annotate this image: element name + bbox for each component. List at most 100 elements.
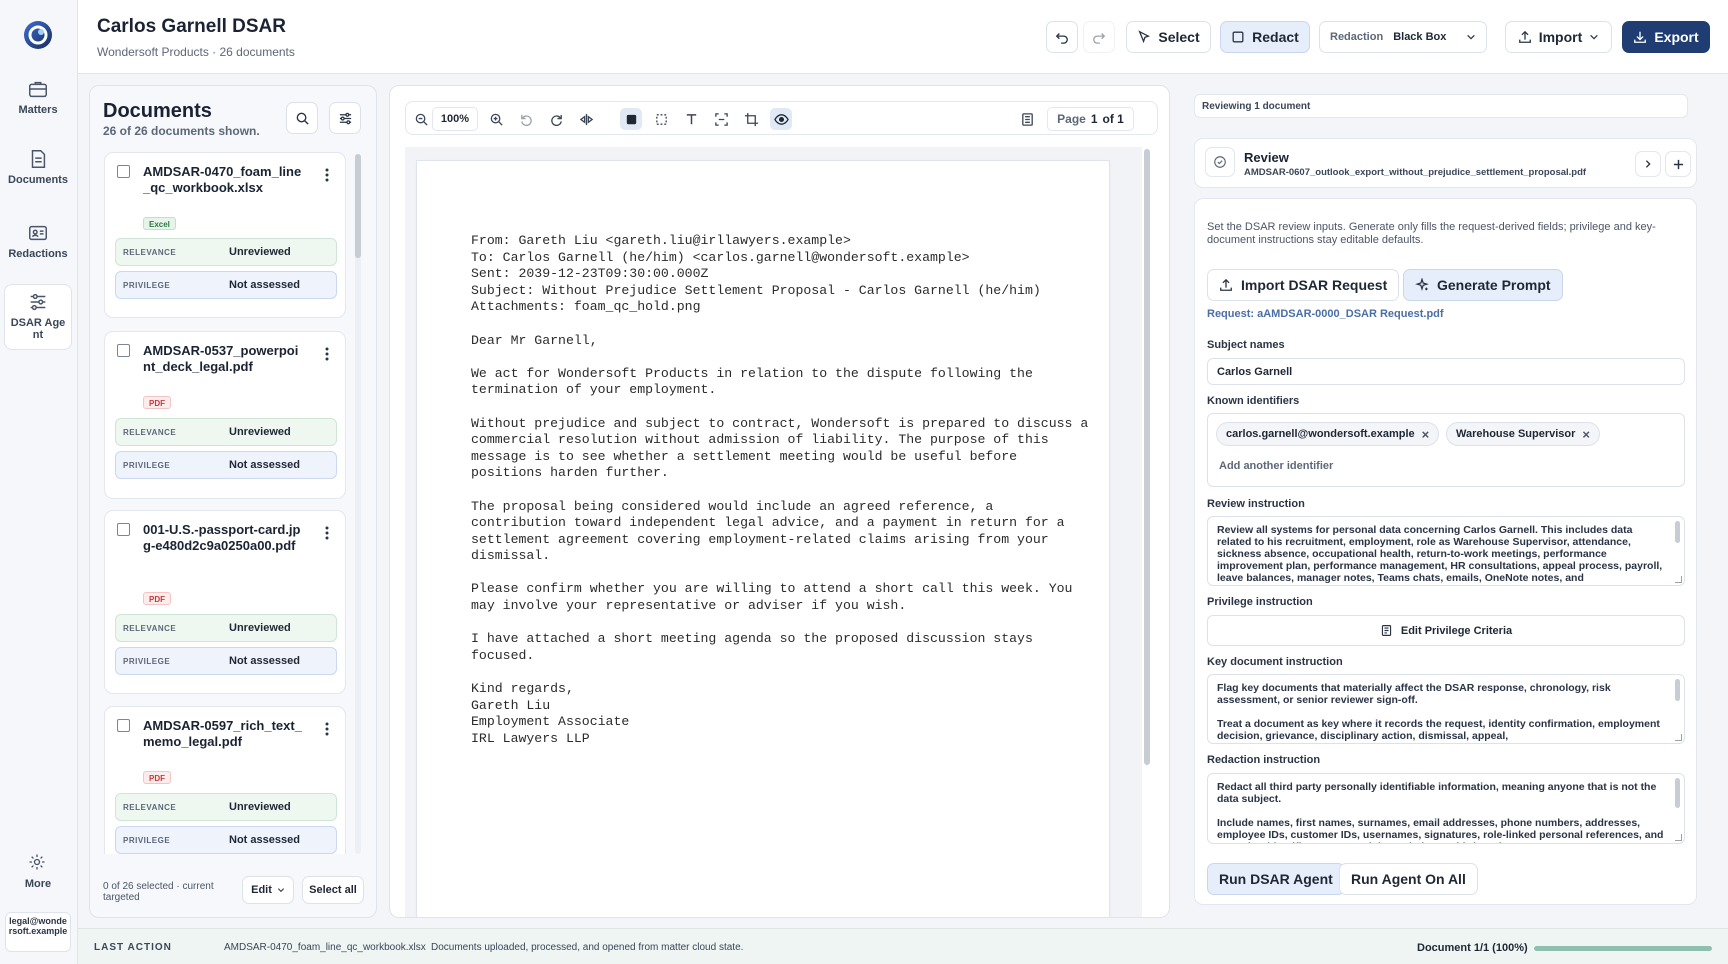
document-card[interactable]: AMDSAR-0597_rich_text_memo_legal.pdf PDF… <box>104 706 346 854</box>
undo-button[interactable] <box>1046 21 1078 53</box>
page-canvas[interactable]: From: Gareth Liu <gareth.liu@irllawyers.… <box>405 147 1142 917</box>
privilege-row[interactable]: PRIVILEGE Not assessed <box>115 647 337 675</box>
document-page[interactable]: From: Gareth Liu <gareth.liu@irllawyers.… <box>417 161 1109 917</box>
briefcase-icon <box>27 78 49 100</box>
generate-prompt-button[interactable]: Generate Prompt <box>1403 269 1563 301</box>
remove-chip-icon[interactable]: × <box>1422 427 1430 442</box>
documents-scrollbar[interactable] <box>355 154 361 854</box>
relevance-value: Unreviewed <box>229 246 291 258</box>
identifier-chip-text: Warehouse Supervisor <box>1456 428 1576 440</box>
remove-chip-icon[interactable]: × <box>1582 427 1590 442</box>
document-card[interactable]: AMDSAR-0470_foam_line_qc_workbook.xlsx E… <box>104 152 346 318</box>
edit-dropdown-button[interactable]: Edit <box>242 876 294 904</box>
text-tool[interactable] <box>680 108 702 130</box>
rail-item-matters[interactable]: Matters <box>4 78 72 116</box>
preview-toggle[interactable] <box>770 108 792 130</box>
search-button[interactable] <box>286 102 318 134</box>
scan-tool[interactable] <box>710 108 732 130</box>
redo-button[interactable] <box>1083 21 1115 53</box>
resize-grip-icon[interactable] <box>1675 734 1682 741</box>
page-view-button[interactable] <box>1016 108 1038 130</box>
import-button[interactable]: Import <box>1505 21 1612 53</box>
resize-grip-icon[interactable] <box>1675 576 1682 583</box>
key-document-textarea[interactable]: Flag key documents that materially affec… <box>1207 674 1685 744</box>
document-checkbox[interactable] <box>117 344 130 357</box>
export-button[interactable]: Export <box>1622 21 1710 53</box>
zoom-in-button[interactable] <box>485 108 507 130</box>
import-dsar-request-label: Import DSAR Request <box>1241 277 1388 293</box>
edit-privilege-criteria-button[interactable]: Edit Privilege Criteria <box>1207 615 1685 646</box>
zoom-in-icon <box>490 113 503 126</box>
select-all-button[interactable]: Select all <box>302 876 364 904</box>
upload-icon <box>1518 30 1531 43</box>
relevance-row[interactable]: RELEVANCE Unreviewed <box>115 793 337 821</box>
add-identifier-input[interactable]: Add another identifier <box>1219 460 1333 472</box>
scrollbar-thumb[interactable] <box>355 154 361 258</box>
page-subtitle: Wondersoft Products · 26 documents <box>97 45 295 59</box>
known-identifiers-field[interactable]: carlos.garnell@wondersoft.example × Ware… <box>1207 413 1685 487</box>
viewer-scrollbar[interactable] <box>1144 149 1150 765</box>
privilege-row[interactable]: PRIVILEGE Not assessed <box>115 271 337 299</box>
document-checkbox[interactable] <box>117 523 130 536</box>
identifier-chip[interactable]: Warehouse Supervisor × <box>1446 422 1600 446</box>
add-button[interactable] <box>1665 151 1691 177</box>
resize-grip-icon[interactable] <box>1675 834 1682 841</box>
request-file-link[interactable]: Request: aAMDSAR-0000_DSAR Request.pdf <box>1207 308 1444 320</box>
redact-button[interactable]: Redact <box>1220 21 1310 53</box>
rotate-right-button[interactable] <box>545 108 567 130</box>
relevance-row[interactable]: RELEVANCE Unreviewed <box>115 418 337 446</box>
viewer-toolbar: 100% Page 1 of 1 <box>405 101 1158 135</box>
kebab-menu-icon[interactable] <box>321 167 333 183</box>
privilege-row[interactable]: PRIVILEGE Not assessed <box>115 826 337 854</box>
run-agent-on-all-button[interactable]: Run Agent On All <box>1339 863 1478 895</box>
privilege-row[interactable]: PRIVILEGE Not assessed <box>115 451 337 479</box>
textarea-scrollbar[interactable] <box>1675 679 1680 701</box>
redaction-instruction-textarea[interactable]: Redact all third party personally identi… <box>1207 773 1685 844</box>
undo-icon <box>1055 33 1068 44</box>
email-content[interactable]: From: Gareth Liu <gareth.liu@irllawyers.… <box>471 233 1088 747</box>
document-checkbox[interactable] <box>117 719 130 732</box>
flip-button[interactable] <box>575 108 597 130</box>
page-indicator[interactable]: Page 1 of 1 <box>1047 107 1134 131</box>
import-dsar-request-button[interactable]: Import DSAR Request <box>1207 269 1400 301</box>
document-name: 001-U.S.-passport-card.jpg-e480d2c9a0250… <box>143 522 301 553</box>
rotate-left-button[interactable] <box>515 108 537 130</box>
relevance-row[interactable]: RELEVANCE Unreviewed <box>115 614 337 642</box>
square-icon <box>1232 31 1244 43</box>
next-document-button[interactable] <box>1635 151 1661 177</box>
textarea-scrollbar[interactable] <box>1675 778 1680 808</box>
documents-panel: Documents 26 of 26 documents shown. AMDS… <box>89 85 377 918</box>
document-checkbox[interactable] <box>117 165 130 178</box>
rail-item-more[interactable]: More <box>4 852 72 890</box>
last-action-message: Documents uploaded, processed, and opene… <box>431 942 744 953</box>
zoom-level[interactable]: 100% <box>432 107 478 131</box>
app-logo[interactable] <box>23 20 53 50</box>
kebab-menu-icon[interactable] <box>321 346 333 362</box>
crop-tool[interactable] <box>740 108 762 130</box>
document-card[interactable]: AMDSAR-0537_powerpoint_deck_legal.pdf PD… <box>104 331 346 499</box>
textarea-scrollbar[interactable] <box>1675 521 1680 543</box>
select-button[interactable]: Select <box>1126 21 1211 53</box>
redaction-style-select[interactable]: Redaction Black Box <box>1319 21 1487 53</box>
document-card[interactable]: 001-U.S.-passport-card.jpg-e480d2c9a0250… <box>104 510 346 694</box>
relevance-row[interactable]: RELEVANCE Unreviewed <box>115 238 337 266</box>
rail-item-dsar-agent[interactable]: DSAR Agent <box>4 284 72 350</box>
identifier-chip[interactable]: carlos.garnell@wondersoft.example × <box>1216 422 1440 446</box>
zoom-out-button[interactable] <box>410 108 432 130</box>
page-icon <box>1021 112 1033 126</box>
rail-item-documents[interactable]: Documents <box>4 148 72 186</box>
review-instruction-textarea[interactable]: Review all systems for personal data con… <box>1207 516 1685 586</box>
document-list-icon <box>1381 625 1391 636</box>
document-viewer: 100% Page 1 of 1 From: Gareth Liu <garet… <box>389 85 1170 918</box>
rail-item-redactions[interactable]: Redactions <box>4 222 72 260</box>
subject-names-input[interactable]: Carlos Garnell <box>1207 358 1685 385</box>
area-select-tool[interactable] <box>650 108 672 130</box>
user-account[interactable]: legal@wondersoft.example <box>5 912 71 952</box>
redaction-text-2: Include names, first names, surnames, em… <box>1217 817 1664 843</box>
eye-icon <box>773 113 789 125</box>
filter-button[interactable] <box>329 102 361 134</box>
kebab-menu-icon[interactable] <box>321 721 333 737</box>
run-dsar-agent-button[interactable]: Run DSAR Agent <box>1207 863 1345 895</box>
black-box-tool[interactable] <box>620 108 642 130</box>
kebab-menu-icon[interactable] <box>321 525 333 541</box>
